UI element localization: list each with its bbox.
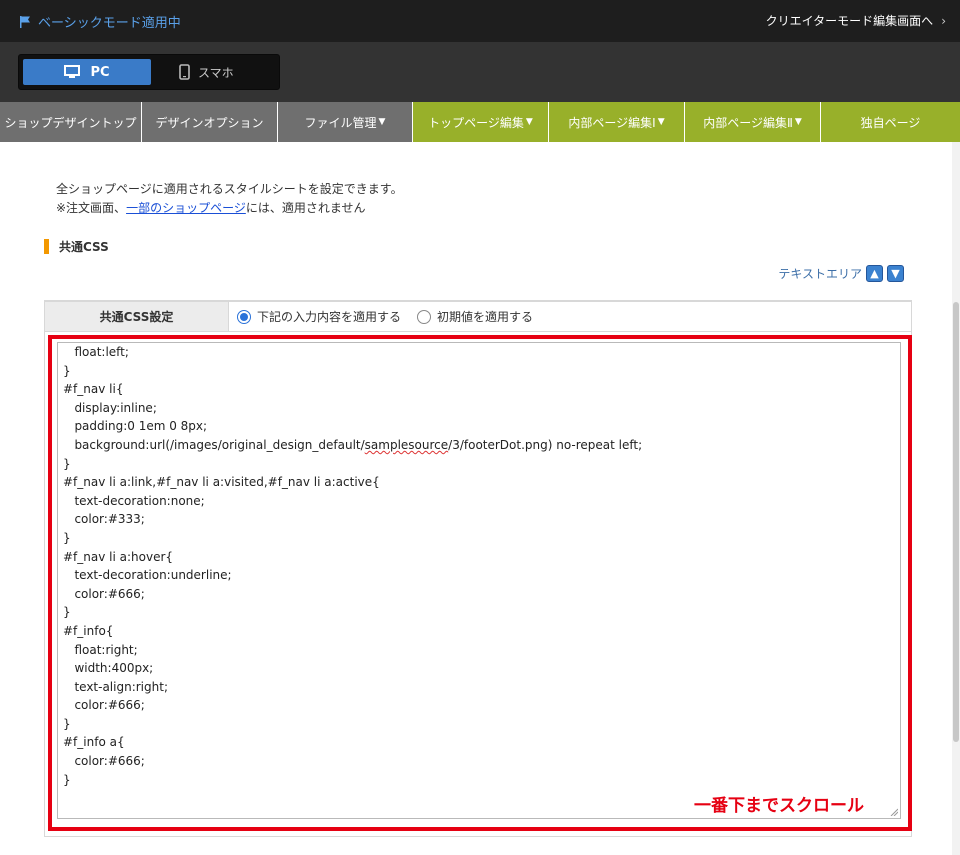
tab-label: 内部ページ編集Ⅱ (703, 115, 793, 130)
creator-mode-label[interactable]: クリエイターモード編集画面へ (766, 12, 934, 29)
css-settings-options: 下記の入力内容を適用する 初期値を適用する (229, 302, 541, 331)
device-pc-button[interactable]: PC (23, 59, 151, 85)
code-line: color:#666; (63, 586, 145, 601)
arrow-up-icon[interactable]: ▲ (866, 265, 883, 282)
code-line: } (63, 456, 71, 471)
code-line: } (63, 363, 71, 378)
page-scrollbar-thumb[interactable] (953, 302, 959, 742)
code-line: } (63, 716, 71, 731)
code-line: text-decoration:none; (63, 493, 205, 508)
option-default-label: 初期値を適用する (437, 310, 534, 324)
css-settings-label: 共通CSS設定 (45, 302, 229, 331)
intro-line-1: 全ショップページに適用されるスタイルシートを設定できます。 (56, 182, 403, 196)
tab-label: デザインオプション (155, 115, 264, 130)
code-line: #f_nav li a:hover{ (63, 549, 174, 564)
device-switcher: PC スマホ (18, 54, 280, 90)
code-line: #f_info a{ (63, 735, 125, 750)
mode-indicator: ベーシックモード適用中 (18, 12, 181, 31)
monitor-icon (64, 65, 81, 78)
arrow-down-icon[interactable]: ▼ (887, 265, 904, 282)
code-line: color:#333; (63, 512, 145, 527)
tab-design-options[interactable]: デザインオプション (142, 102, 278, 142)
top-bar: ベーシックモード適用中 クリエイターモード編集画面へ › (0, 0, 960, 42)
page-scrollbar[interactable] (952, 142, 960, 855)
code-line: #f_info{ (63, 623, 114, 638)
code-line: padding:0 1em 0 8px; (63, 419, 208, 434)
css-settings-table: 共通CSS設定 下記の入力内容を適用する 初期値を適用する (44, 300, 912, 332)
code-line: } (63, 772, 71, 787)
flag-icon (20, 15, 30, 28)
section-marker (44, 239, 49, 254)
option-apply-input[interactable]: 下記の入力内容を適用する (237, 308, 401, 325)
tab-file-management[interactable]: ファイル管理 ▼ (278, 102, 413, 142)
intro-text: 全ショップページに適用されるスタイルシートを設定できます。 ※注文画面、一部のシ… (56, 180, 403, 218)
tab-label: 内部ページ編集Ⅰ (568, 115, 656, 130)
tab-top-page-edit[interactable]: トップページ編集 ▼ (413, 102, 549, 142)
smartphone-icon (179, 64, 190, 80)
code-line: color:#666; (63, 698, 145, 713)
code-line: text-align:right; (63, 679, 168, 694)
tab-inner-page-edit-2[interactable]: 内部ページ編集Ⅱ ▼ (685, 102, 821, 142)
creator-mode-link[interactable]: クリエイターモード編集画面へ › (766, 12, 946, 29)
option-apply-default[interactable]: 初期値を適用する (417, 308, 533, 325)
chevron-right-icon: › (941, 13, 946, 28)
caret-down-icon: ▼ (657, 117, 665, 127)
device-bar: PC スマホ (0, 42, 960, 102)
main-nav: ショップデザイントップ デザインオプション ファイル管理 ▼ トップページ編集 ▼ … (0, 102, 960, 142)
partial-shop-pages-link[interactable]: 一部のショップページ (126, 201, 246, 215)
tab-shop-design-top[interactable]: ショップデザイントップ (0, 102, 142, 142)
scroll-to-bottom-note: 一番下までスクロール (694, 796, 864, 816)
section-heading: 共通CSS (44, 238, 109, 255)
code-line: #f_nav li{ (63, 382, 124, 397)
tab-label: トップページ編集 (428, 115, 524, 130)
device-pc-label: PC (90, 64, 110, 80)
tab-label: ショップデザイントップ (4, 115, 137, 130)
caret-down-icon: ▼ (794, 117, 802, 127)
code-line: float:left; (63, 345, 129, 359)
code-line: display:inline; (63, 400, 157, 415)
code-line: #f_nav li a:link,#f_nav li a:visited,#f_… (63, 475, 380, 490)
intro-line-2-prefix: ※注文画面、 (56, 201, 127, 215)
code-line: text-decoration:underline; (63, 568, 232, 583)
code-line: width:400px; (63, 661, 154, 676)
intro-line-2: ※注文画面、一部のショップページには、適用されません (56, 199, 403, 218)
css-editor-container: float:left;} #f_nav li{ display:inline; p… (44, 331, 912, 837)
caret-down-icon: ▼ (378, 117, 386, 127)
tab-label: ファイル管理 (304, 115, 377, 130)
code-line: color:#666; (63, 754, 145, 769)
code-line: float:right; (63, 642, 138, 657)
tab-custom-page[interactable]: 独自ページ (821, 102, 960, 142)
device-smartphone-button[interactable]: スマホ (169, 59, 273, 85)
textarea-size-control: テキストエリア ▲ ▼ (778, 265, 904, 282)
css-settings-row: 共通CSS設定 下記の入力内容を適用する 初期値を適用する (45, 302, 911, 332)
css-textarea[interactable]: float:left;} #f_nav li{ display:inline; p… (57, 342, 901, 819)
tab-label: 独自ページ (860, 115, 921, 130)
radio-apply-input[interactable] (237, 309, 251, 324)
mode-label: ベーシックモード適用中 (38, 16, 181, 31)
device-smartphone-label: スマホ (198, 65, 234, 80)
textarea-size-label: テキストエリア (778, 267, 862, 281)
code-line: background:url(/images/original_design_d… (63, 437, 643, 452)
radio-apply-default[interactable] (417, 309, 432, 324)
code-line: } (63, 605, 71, 620)
resize-grip-icon[interactable] (890, 808, 898, 816)
option-apply-label: 下記の入力内容を適用する (257, 310, 402, 324)
css-code: float:left;} #f_nav li{ display:inline; p… (63, 343, 642, 789)
intro-line-2-suffix: には、適用されません (245, 201, 366, 215)
caret-down-icon: ▼ (525, 117, 533, 127)
section-title: 共通CSS (59, 240, 109, 254)
code-line: } (63, 530, 71, 545)
tab-inner-page-edit-1[interactable]: 内部ページ編集Ⅰ ▼ (549, 102, 685, 142)
